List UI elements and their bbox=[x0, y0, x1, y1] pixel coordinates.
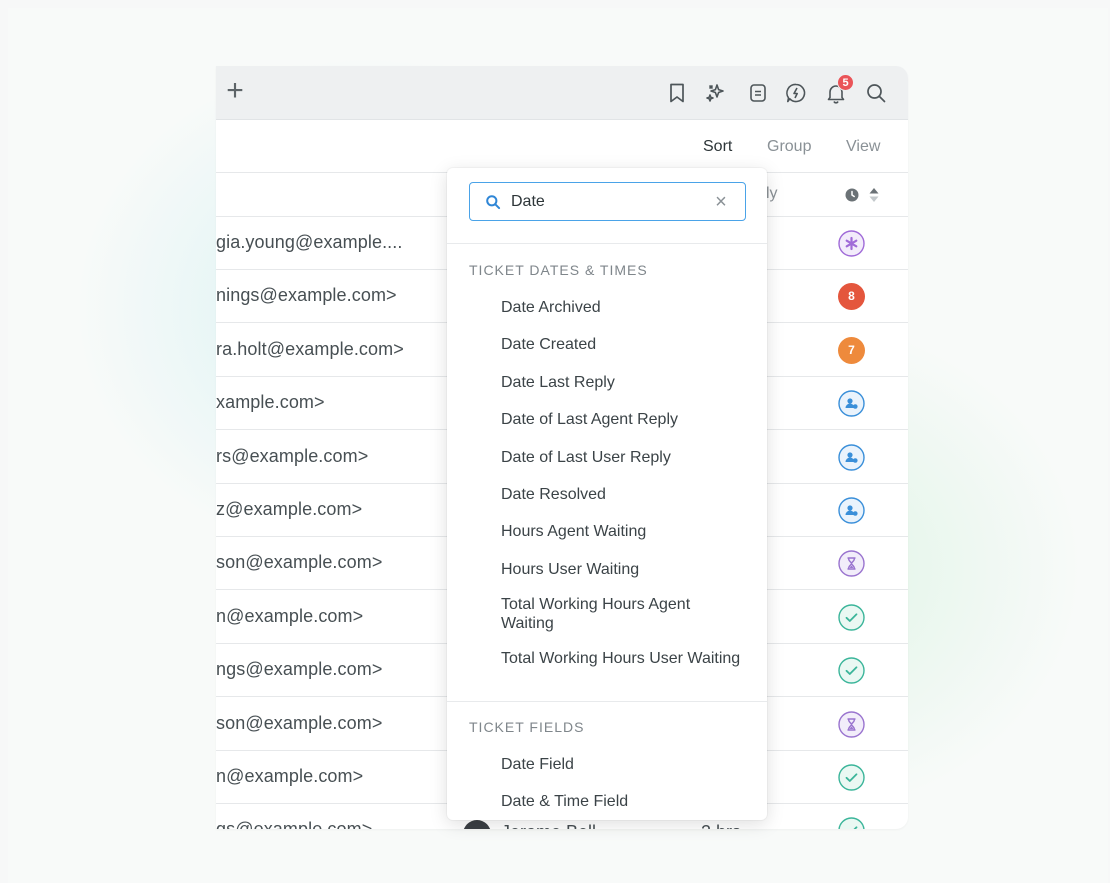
sort-option[interactable]: Date Field bbox=[501, 755, 741, 774]
clock-icon[interactable] bbox=[844, 187, 860, 203]
requester-email: z@example.com> bbox=[216, 499, 363, 519]
hourglass-icon bbox=[838, 550, 865, 578]
sort-option[interactable]: Total Working Hours Agent Waiting bbox=[501, 595, 741, 633]
bookmark-icon[interactable] bbox=[665, 81, 689, 105]
column-header-reply[interactable]: ly bbox=[766, 185, 778, 203]
view-button[interactable]: View bbox=[846, 138, 880, 156]
user-group-icon bbox=[838, 390, 865, 417]
requester-email: rs@example.com> bbox=[216, 445, 369, 466]
avatar bbox=[463, 820, 491, 829]
sort-option[interactable]: Date Archived bbox=[501, 298, 741, 317]
sort-field-dropdown: × TICKET DATES & TIMES Date Archived Date… bbox=[447, 168, 767, 820]
search-icon[interactable] bbox=[864, 81, 888, 105]
section-ticket-dates: TICKET DATES & TIMES bbox=[469, 262, 648, 278]
notification-badge: 5 bbox=[837, 74, 854, 91]
clear-search-icon[interactable]: × bbox=[711, 192, 731, 212]
divider bbox=[447, 243, 767, 244]
user-group-icon bbox=[838, 497, 865, 524]
requester-email: n@example.com> bbox=[216, 605, 364, 626]
field-search-box[interactable]: × bbox=[469, 182, 746, 221]
user-group-icon bbox=[838, 443, 865, 471]
requester-email: gia.young@example.... bbox=[216, 232, 403, 252]
sort-option[interactable]: Date Resolved bbox=[501, 485, 741, 504]
view-controls-bar: Sort Group View bbox=[216, 120, 908, 173]
requester-email: gs@example.com> bbox=[216, 819, 372, 829]
requester-email: son@example.com> bbox=[216, 712, 383, 733]
requester-email: xample.com> bbox=[216, 392, 325, 413]
sort-option[interactable]: Date & Time Field bbox=[501, 792, 741, 811]
check-icon bbox=[838, 657, 865, 684]
hourglass-icon bbox=[838, 710, 865, 738]
divider bbox=[447, 701, 767, 702]
lightning-chat-icon[interactable] bbox=[784, 81, 808, 105]
check-icon bbox=[838, 764, 865, 791]
asterisk-icon bbox=[838, 230, 865, 257]
sort-option[interactable]: Date of Last Agent Reply bbox=[501, 410, 741, 429]
sort-button[interactable]: Sort bbox=[703, 138, 732, 156]
sort-toggle-icon[interactable] bbox=[868, 186, 880, 204]
check-icon bbox=[838, 817, 865, 829]
ticket-age: 2 hrs bbox=[701, 822, 741, 829]
check-icon bbox=[838, 604, 865, 631]
sla-count-badge: 8 bbox=[838, 283, 865, 311]
agent-name: Jerome Bell bbox=[501, 822, 596, 829]
top-toolbar: + 5 bbox=[216, 66, 908, 120]
sort-option[interactable]: Hours User Waiting bbox=[501, 560, 741, 579]
requester-email: ngs@example.com> bbox=[216, 659, 383, 680]
sparkles-icon[interactable] bbox=[704, 81, 728, 105]
requester-email: son@example.com> bbox=[216, 552, 383, 573]
group-button[interactable]: Group bbox=[767, 138, 811, 156]
field-search-input[interactable] bbox=[511, 191, 701, 213]
requester-email: n@example.com> bbox=[216, 766, 364, 786]
sort-option[interactable]: Date of Last User Reply bbox=[501, 448, 741, 467]
requester-email: nings@example.com> bbox=[216, 285, 397, 306]
sort-option[interactable]: Hours Agent Waiting bbox=[501, 522, 741, 541]
sla-count-badge: 7 bbox=[838, 336, 865, 364]
document-icon[interactable] bbox=[746, 81, 770, 105]
sort-option[interactable]: Date Last Reply bbox=[501, 373, 741, 392]
sort-option[interactable]: Date Created bbox=[501, 335, 741, 354]
requester-email: ra.holt@example.com> bbox=[216, 338, 404, 359]
search-icon bbox=[485, 194, 501, 210]
section-ticket-fields: TICKET FIELDS bbox=[469, 719, 585, 735]
add-icon[interactable]: + bbox=[222, 76, 248, 106]
sort-option[interactable]: Total Working Hours User Waiting bbox=[501, 649, 741, 668]
